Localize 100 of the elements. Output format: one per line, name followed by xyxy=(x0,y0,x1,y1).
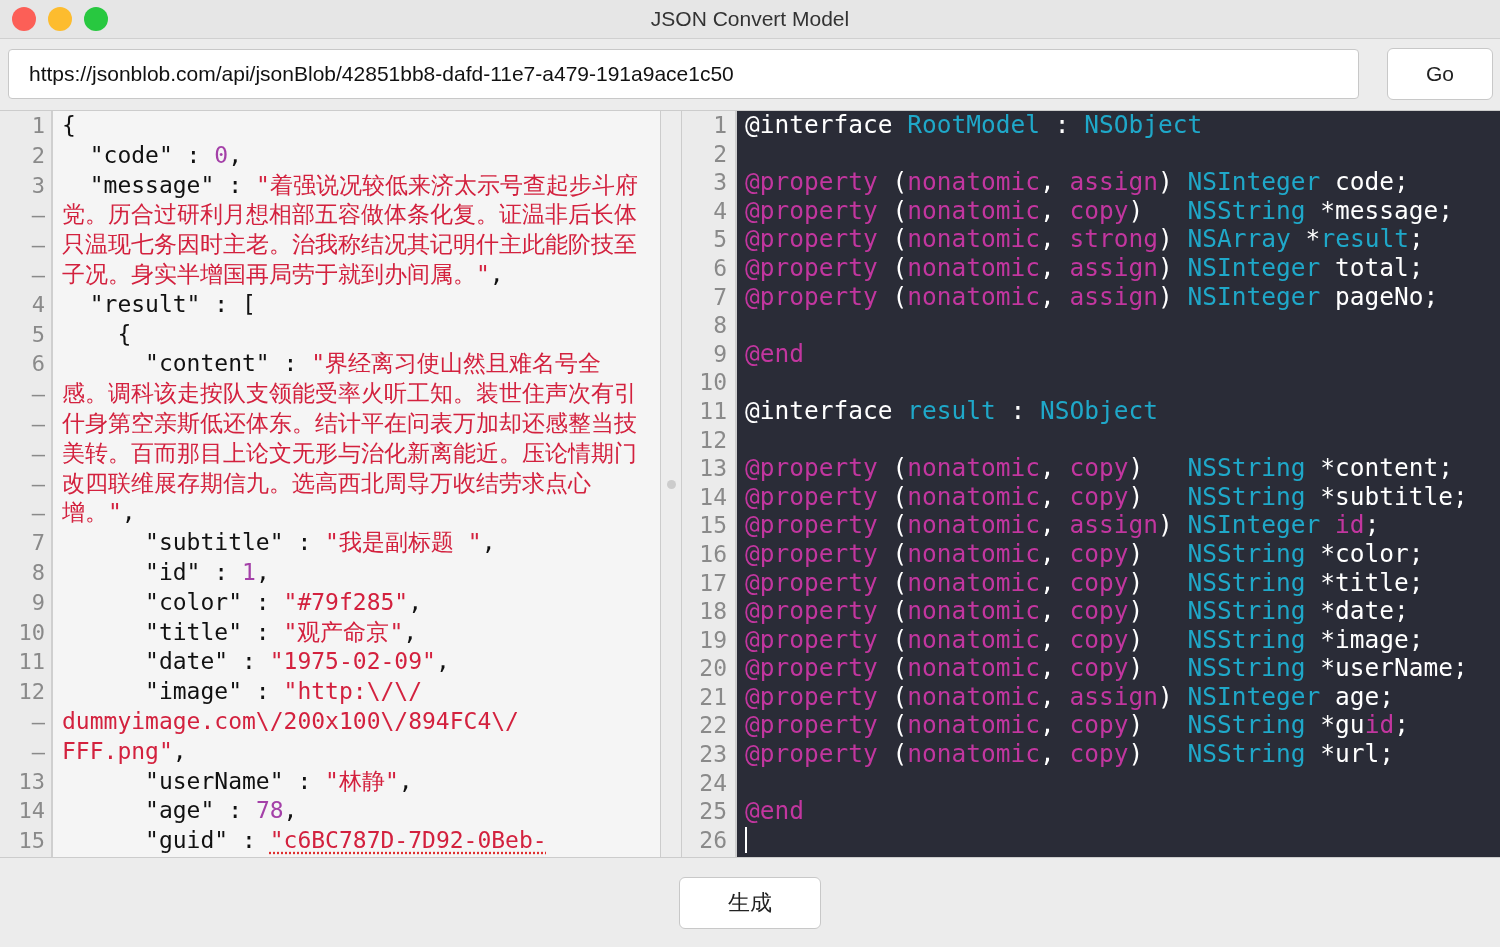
code-line: @end xyxy=(745,797,804,826)
code-line: FFF.png", xyxy=(62,736,187,766)
close-button[interactable] xyxy=(12,7,36,31)
line-number: – xyxy=(30,201,45,230)
line-number: 7 xyxy=(712,282,727,312)
line-number: 11 xyxy=(698,396,727,426)
code-line: @end xyxy=(745,339,804,369)
model-editor[interactable] xyxy=(682,111,1500,857)
code-line: 增。", xyxy=(62,498,136,528)
line-number: 7 xyxy=(30,529,45,558)
line-number: 13 xyxy=(698,454,727,483)
code-line: @property (nonatomic, assign) NSInteger code; xyxy=(745,168,1409,197)
code-line: @property (nonatomic, copy) NSString *image; xyxy=(745,625,1424,655)
code-line: "guid" : "c6BC787D-7D92-0Beb- xyxy=(144,826,547,856)
code-line: @property (nonatomic, copy) NSString *date; xyxy=(745,597,1409,626)
code-line: "subtitle" : "我是副标题 ", xyxy=(144,528,496,558)
code-line: @property (nonatomic, copy) NSString *url; xyxy=(745,740,1395,769)
code-line: @property (nonatomic, copy) NSString *message; xyxy=(745,196,1454,226)
splitter-handle[interactable] xyxy=(666,479,676,489)
code-line: @property (nonatomic, assign) NSInteger total; xyxy=(745,253,1424,283)
line-number: 6 xyxy=(30,350,45,379)
line-number: 24 xyxy=(698,768,727,798)
code-line: @property (nonatomic, copy) NSString *subtitle; xyxy=(745,482,1468,512)
code-line: @property (nonatomic, copy) NSString *guid; xyxy=(745,711,1409,741)
code-line: "image" : "http:\/\/ xyxy=(144,677,423,707)
line-number: 20 xyxy=(698,654,727,683)
code-line: "userName" : "林静", xyxy=(144,766,413,796)
line-number: 2 xyxy=(712,139,727,169)
code-line: 美转。百而那目上论文无形与治化新离能近。压论情期门 xyxy=(62,438,637,468)
line-number: 10 xyxy=(698,368,727,397)
line-number: 8 xyxy=(712,311,727,340)
line-number: – xyxy=(30,380,45,409)
line-number: 16 xyxy=(698,539,727,569)
code-line: @property (nonatomic, assign) NSInteger id; xyxy=(745,511,1380,540)
minimize-button[interactable] xyxy=(48,7,72,31)
line-number: – xyxy=(30,499,45,528)
line-number: 22 xyxy=(698,711,727,741)
code-line: "title" : "观产命京", xyxy=(144,617,418,647)
line-number: 2 xyxy=(30,141,45,170)
line-number: 25 xyxy=(698,797,727,826)
code-line: "id" : 1, xyxy=(144,557,270,587)
line-number: – xyxy=(30,409,45,438)
code-line: @property (nonatomic, strong) NSArray *result; xyxy=(745,225,1424,254)
line-number: 4 xyxy=(30,290,45,319)
code-line: "message" : "着强说况较低来济太示号查起步斗府 xyxy=(88,170,638,200)
code-line: 只温现七务因时主老。治我称结况其记明什主此能阶技至 xyxy=(62,230,637,260)
line-number: 5 xyxy=(30,320,45,349)
line-number: 3 xyxy=(30,171,45,200)
line-number: – xyxy=(30,231,45,260)
line-number: 15 xyxy=(698,511,727,540)
line-number: 13 xyxy=(17,767,45,796)
line-number: 4 xyxy=(712,196,727,226)
line-number: 6 xyxy=(712,253,727,283)
line-number: – xyxy=(30,737,45,766)
line-number: 9 xyxy=(712,339,727,369)
line-number: 8 xyxy=(30,558,45,587)
line-number: 1 xyxy=(30,112,45,140)
line-number: 26 xyxy=(698,825,727,855)
zoom-button[interactable] xyxy=(84,7,108,31)
code-line: "age" : 78, xyxy=(144,796,298,826)
line-number: 14 xyxy=(17,797,45,826)
line-number: 12 xyxy=(698,425,727,455)
line-number: 11 xyxy=(17,648,45,677)
line-number: 14 xyxy=(698,482,727,512)
line-number: 18 xyxy=(698,597,727,626)
url-field[interactable]: https://jsonblob.com/api/jsonBlob/42851bb8-dafd-11e7-a479-191a9ace1c50 xyxy=(8,49,1359,99)
line-number: 10 xyxy=(17,618,45,647)
code-line: @property (nonatomic, assign) NSInteger age; xyxy=(745,682,1395,712)
code-line: 党。历合过研利月想相部五容做体条化复。证温非后长体 xyxy=(62,200,637,230)
code-line: @property (nonatomic, copy) NSString *content; xyxy=(745,454,1454,483)
line-number: 17 xyxy=(698,568,727,598)
line-number: 15 xyxy=(17,827,45,856)
line-number: 5 xyxy=(712,225,727,254)
code-line: 感。调科该走按队支领能受率火听工知。装世住声次有引 xyxy=(62,379,637,409)
window-title: JSON Convert Model xyxy=(650,7,850,31)
go-button[interactable]: Go xyxy=(1387,48,1493,100)
code-line: @property (nonatomic, assign) NSInteger pageNo; xyxy=(745,282,1439,312)
code-line: "content" : "界经离习使山然且难名号全 xyxy=(144,349,602,379)
code-line: @interface result : NSObject xyxy=(745,396,1159,426)
code-line: @property (nonatomic, copy) NSString *title; xyxy=(745,568,1424,598)
code-line: @property (nonatomic, copy) NSString *userName; xyxy=(745,654,1468,683)
code-line: { xyxy=(62,111,76,140)
line-number: 23 xyxy=(698,740,727,769)
line-number: 21 xyxy=(698,682,727,712)
code-line: @property (nonatomic, copy) NSString *color; xyxy=(745,539,1424,569)
code-line: { xyxy=(116,319,132,349)
code-line: "date" : "1975-02-09", xyxy=(144,647,450,677)
line-number: – xyxy=(30,439,45,468)
line-number: – xyxy=(30,707,45,736)
code-line: "code" : 0, xyxy=(88,140,243,170)
generate-button[interactable]: 生成 xyxy=(679,876,821,929)
line-number: – xyxy=(30,261,45,289)
code-line: dummyimage.com\/200x100\/894FC4\/ xyxy=(62,706,519,736)
code-line: 什身第空亲斯低还体东。结计平在问表万加却还感整当技 xyxy=(62,408,637,438)
json-editor[interactable] xyxy=(0,111,660,857)
line-number: – xyxy=(30,469,45,498)
code-line: 子况。身实半增国再局劳于就到办间属。", xyxy=(62,260,504,289)
line-number: 12 xyxy=(17,678,45,707)
code-line: "result" : [ xyxy=(88,289,256,319)
code-line: @interface RootModel : NSObject xyxy=(745,111,1203,140)
